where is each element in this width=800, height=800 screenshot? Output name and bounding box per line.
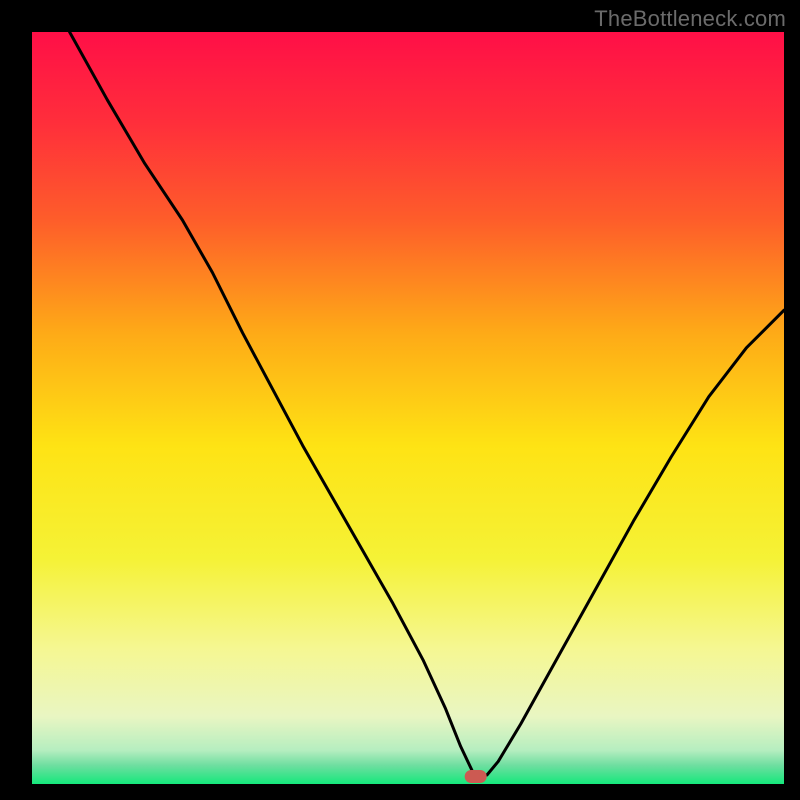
- minimum-marker: [465, 770, 487, 783]
- watermark-text: TheBottleneck.com: [594, 6, 786, 32]
- gradient-background: [32, 32, 784, 784]
- plot-area: [32, 32, 784, 784]
- chart-frame: TheBottleneck.com: [0, 0, 800, 800]
- chart-svg: [32, 32, 784, 784]
